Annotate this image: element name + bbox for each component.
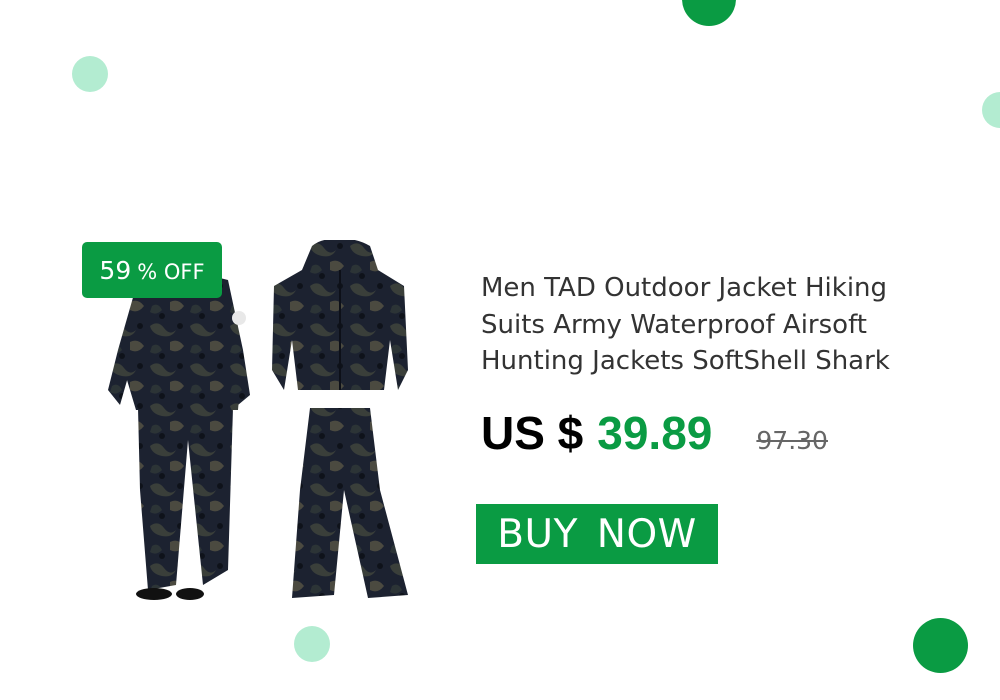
flat-pants	[292, 408, 408, 598]
sale-price: 39.89	[597, 407, 713, 459]
discount-badge: 59 % OFF	[82, 242, 222, 298]
discount-value: 59	[99, 255, 132, 285]
decorative-dot	[72, 56, 108, 92]
worn-suit	[108, 270, 250, 600]
buy-now-button[interactable]: BUY NOW	[476, 504, 718, 564]
decorative-dot	[682, 0, 736, 26]
decorative-dot	[294, 626, 330, 662]
decorative-dot	[913, 618, 968, 673]
decorative-dot	[982, 92, 1000, 128]
discount-label: % OFF	[137, 259, 205, 284]
price-currency: US $	[481, 407, 584, 459]
price-row: US $ 39.89 97.30	[481, 406, 828, 460]
product-title[interactable]: Men TAD Outdoor Jacket Hiking Suits Army…	[481, 270, 951, 380]
flat-jacket	[272, 240, 408, 390]
original-price: 97.30	[756, 426, 828, 455]
